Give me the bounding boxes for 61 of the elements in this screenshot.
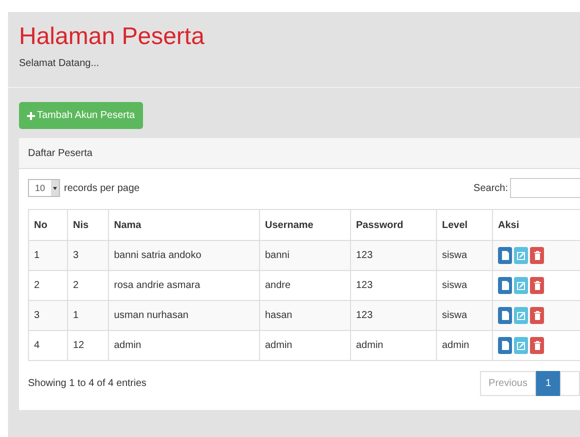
table-cell: 2: [28, 270, 68, 300]
column-header[interactable]: No: [28, 210, 68, 240]
table-cell: siswa: [436, 300, 492, 330]
document-icon: [502, 251, 508, 260]
table-cell: 4: [28, 330, 68, 360]
trash-icon: [534, 281, 540, 290]
document-icon: [502, 281, 508, 290]
table-cell: admin: [436, 330, 492, 360]
records-per-page-label: records per page: [64, 182, 140, 194]
table-cell: 12: [68, 330, 108, 360]
edit-button[interactable]: [514, 247, 528, 264]
search-field[interactable]: [510, 178, 580, 198]
table-cell: 123: [350, 270, 436, 300]
document-icon: [502, 341, 508, 350]
table-cell: siswa: [436, 240, 492, 270]
page-length-select[interactable]: 10: [28, 179, 60, 197]
edit-icon: [517, 312, 525, 320]
table-cell: 123: [350, 240, 436, 270]
table-cell: 123: [350, 300, 436, 330]
delete-button[interactable]: [530, 307, 544, 324]
edit-button[interactable]: [514, 337, 528, 354]
table-cell: siswa: [436, 270, 492, 300]
search-label: Search:: [474, 182, 508, 194]
table-cell: 3: [68, 240, 108, 270]
delete-button[interactable]: [530, 247, 544, 264]
edit-icon: [517, 282, 525, 290]
table-cell: 1: [28, 240, 68, 270]
table-cell: usman nurhasan: [108, 300, 260, 330]
table-cell: 1: [68, 300, 108, 330]
view-button[interactable]: [498, 307, 512, 324]
table-cell: hasan: [260, 300, 350, 330]
page-title: Halaman Peserta: [19, 22, 206, 52]
trash-icon: [534, 311, 540, 320]
table-cell: banni satria andoko: [108, 240, 260, 270]
column-header[interactable]: Nama: [108, 210, 260, 240]
view-button[interactable]: [498, 337, 512, 354]
page-button[interactable]: 1: [536, 371, 560, 396]
edit-button[interactable]: [514, 277, 528, 294]
edit-icon: [517, 342, 525, 350]
view-button[interactable]: [498, 277, 512, 294]
caret-icon: [51, 180, 59, 196]
delete-button[interactable]: [530, 277, 544, 294]
table-cell: 3: [28, 300, 68, 330]
trash-icon: [534, 251, 540, 260]
delete-button[interactable]: [530, 337, 544, 354]
table-cell: 2: [68, 270, 108, 300]
panel-title: Daftar Peserta: [28, 148, 92, 158]
table-cell: banni: [260, 240, 350, 270]
table-cell: admin: [108, 330, 260, 360]
edit-icon: [517, 252, 525, 260]
entries-info: Showing 1 to 4 of 4 entries: [28, 378, 146, 389]
edit-button[interactable]: [514, 307, 528, 324]
table-cell: admin: [260, 330, 350, 360]
plus-icon: [27, 112, 35, 120]
view-button[interactable]: [498, 247, 512, 264]
table-cell: andre: [260, 270, 350, 300]
welcome-text: Selamat Datang...: [19, 58, 100, 69]
document-icon: [502, 311, 508, 320]
table-cell: admin: [350, 330, 436, 360]
table-cell: rosa andrie asmara: [108, 270, 260, 300]
trash-icon: [534, 341, 540, 350]
